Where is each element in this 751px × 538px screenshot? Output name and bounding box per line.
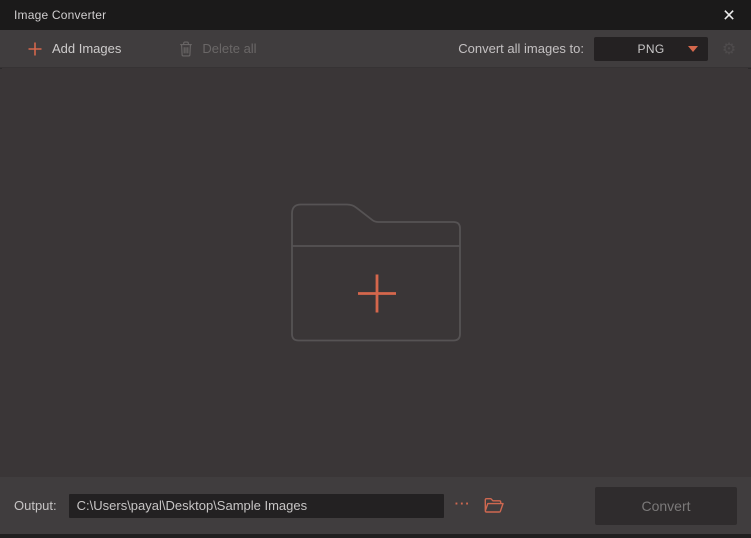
- window-title: Image Converter: [14, 8, 106, 22]
- image-list-area: [0, 69, 751, 477]
- output-path-input[interactable]: [69, 494, 444, 518]
- plus-icon: [27, 41, 43, 57]
- folder-plus-icon: [290, 203, 462, 343]
- output-label: Output:: [14, 498, 57, 513]
- gear-icon[interactable]: ⚙: [720, 40, 738, 58]
- toolbar: Add Images Delete all Convert all images…: [0, 30, 751, 68]
- window-bottom-edge: [0, 534, 751, 538]
- trash-icon: [179, 41, 193, 57]
- convert-all-label: Convert all images to:: [458, 41, 584, 56]
- close-icon[interactable]: ×: [713, 0, 745, 30]
- add-images-dropzone[interactable]: [290, 203, 462, 343]
- open-folder-icon[interactable]: [484, 497, 504, 514]
- delete-all-button[interactable]: Delete all: [179, 41, 256, 57]
- convert-button[interactable]: Convert: [595, 487, 737, 525]
- title-bar: Image Converter ×: [0, 0, 751, 30]
- format-selected-value: PNG: [638, 42, 665, 56]
- add-images-button[interactable]: Add Images: [27, 41, 121, 57]
- add-images-label: Add Images: [52, 41, 121, 56]
- delete-all-label: Delete all: [202, 41, 256, 56]
- output-bar: Output: ··· Convert: [0, 477, 751, 534]
- image-converter-window: Image Converter × Add Images: [0, 0, 751, 538]
- chevron-down-icon: [688, 46, 698, 52]
- browse-ellipsis-button[interactable]: ···: [455, 497, 471, 514]
- format-dropdown[interactable]: PNG: [594, 37, 708, 61]
